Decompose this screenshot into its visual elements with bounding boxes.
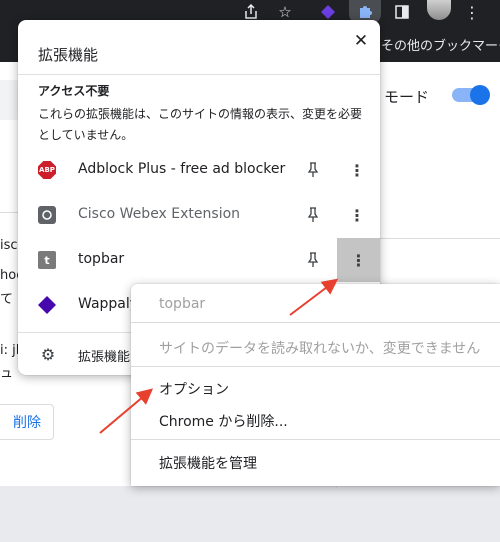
profile-avatar[interactable] (427, 0, 451, 20)
browser-menu-icon[interactable]: ⋮ (460, 0, 484, 24)
more-options-icon[interactable]: ⋮ (344, 156, 370, 184)
menu-item-site-access: サイトのデータを読み取れないか、変更できません (159, 341, 481, 357)
extension-context-menu: topbar サイトのデータを読み取れないか、変更できません オプション Chr… (131, 284, 500, 486)
pin-icon[interactable] (304, 250, 322, 270)
menu-item-remove-from-chrome[interactable]: Chrome から削除... (159, 411, 288, 431)
other-bookmarks-link[interactable]: その他のブックマーク (381, 35, 500, 54)
more-options-icon[interactable]: ⋮ (344, 201, 370, 229)
extension-row-webex[interactable]: Cisco Webex Extension ⋮ (18, 193, 380, 237)
gear-icon: ⚙ (40, 344, 56, 364)
popup-title: 拡張機能 (38, 46, 99, 64)
remove-button[interactable]: 削除 (0, 404, 54, 440)
close-icon[interactable]: ✕ (348, 28, 374, 54)
divider (18, 74, 380, 75)
access-description: これらの拡張機能は、このサイトの情報の表示、変更を必要としていません。 (38, 107, 363, 142)
developer-mode-label: モード (384, 88, 430, 106)
wappalyzer-icon (38, 296, 56, 314)
topbar-icon: t (38, 251, 56, 269)
extension-row-adblock[interactable]: ABP Adblock Plus - free ad blocker ⋮ (18, 148, 380, 192)
menu-item-options[interactable]: オプション (159, 379, 229, 399)
more-options-icon[interactable]: ⋮ (337, 238, 380, 282)
menu-item-manage-extensions[interactable]: 拡張機能を管理 (159, 453, 257, 473)
extension-name: Adblock Plus - free ad blocker (78, 161, 286, 177)
card-text-fragment: て (0, 292, 14, 307)
extension-name: topbar (78, 251, 125, 267)
webex-icon (38, 206, 56, 224)
divider (131, 322, 500, 323)
side-panel-icon[interactable] (390, 0, 414, 24)
divider (131, 366, 500, 367)
pin-icon[interactable] (304, 205, 322, 225)
card-text-fragment: ュ (0, 366, 14, 381)
extension-row-topbar[interactable]: t topbar ⋮ (18, 238, 380, 282)
divider (131, 439, 500, 440)
menu-item-extension-name: topbar (159, 296, 206, 312)
abp-icon: ABP (38, 161, 56, 179)
extension-name: Cisco Webex Extension (78, 206, 241, 222)
pin-icon[interactable] (304, 160, 322, 180)
access-heading: アクセス不要 (38, 84, 110, 98)
card-text-fragment: i: jl (0, 343, 20, 358)
developer-mode-toggle[interactable] (452, 85, 490, 105)
